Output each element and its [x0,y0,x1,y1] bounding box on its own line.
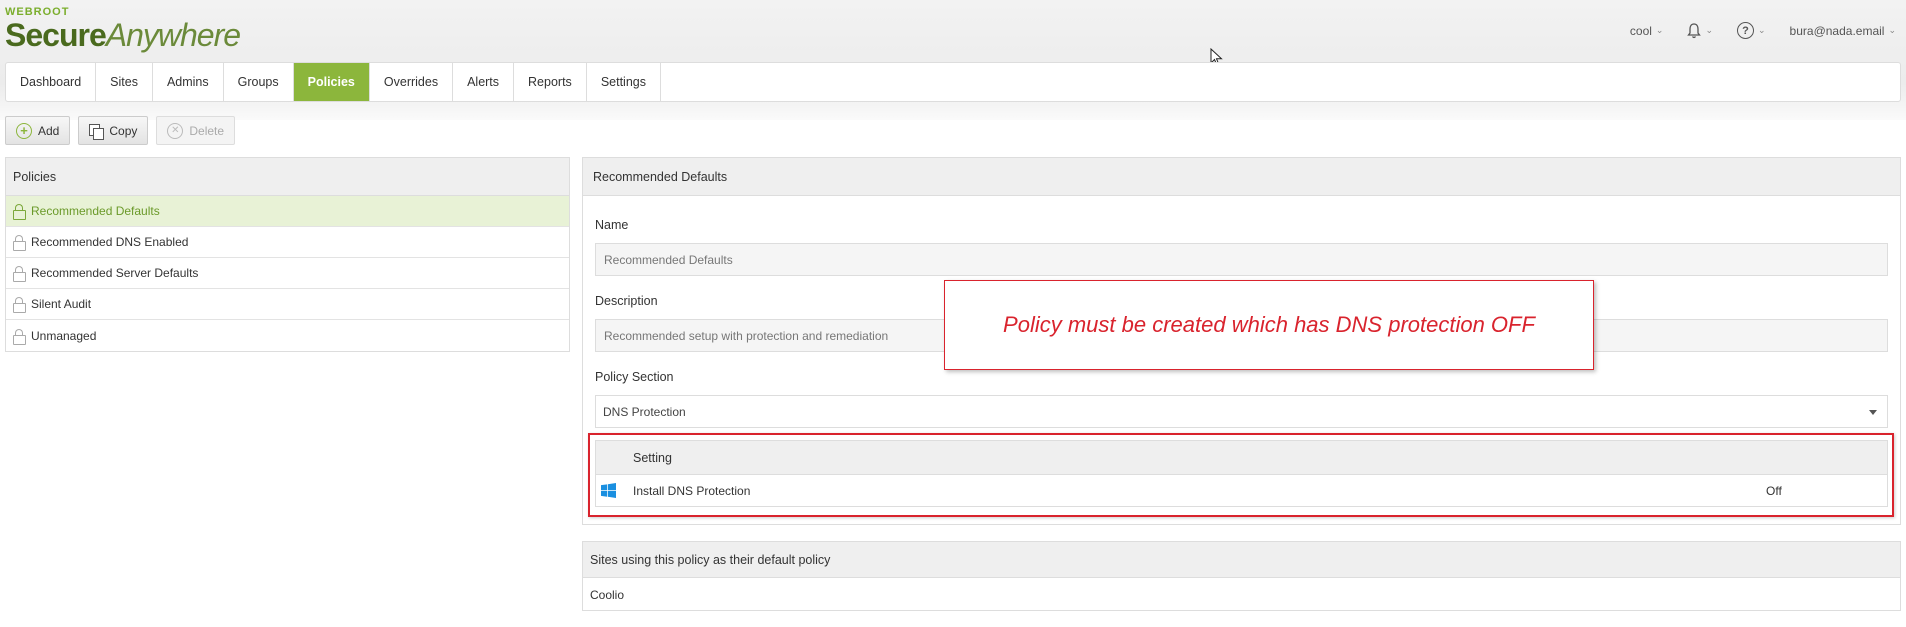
lock-icon [13,235,26,251]
setting-name: Install DNS Protection [633,483,751,498]
list-item[interactable]: Coolio [583,578,1900,611]
policy-label: Recommended Defaults [31,204,160,218]
webroot-logo: WEBROOT SecureAnywhere [5,6,241,53]
sites-panel: Sites using this policy as their default… [582,541,1901,611]
user-area: cool ⌄ ⌄ ? ⌄ bura@nada.email ⌄ [1630,22,1896,39]
delete-icon: ✕ [167,122,184,139]
top-header: WEBROOT SecureAnywhere cool ⌄ ⌄ ? ⌄ bura… [0,0,1906,120]
policy-details-title: Recommended Defaults [583,158,1900,196]
policies-panel: Policies Recommended Defaults Recommende… [5,157,570,352]
tab-overrides[interactable]: Overrides [370,63,454,101]
lock-icon [13,328,26,345]
tab-dashboard[interactable]: Dashboard [6,63,97,101]
policy-section-label: Policy Section [595,370,674,384]
policy-label: Silent Audit [31,297,92,311]
policy-item-recommended-dns-enabled[interactable]: Recommended DNS Enabled [6,227,569,258]
policy-section-value: DNS Protection [603,404,686,419]
user-menu[interactable]: bura@nada.email ⌄ [1790,24,1896,38]
policy-label: Recommended DNS Enabled [31,235,189,249]
table-row[interactable]: Install DNS Protection Off [596,475,1887,506]
tab-policies[interactable]: Policies [293,63,370,101]
main-nav: Dashboard Sites Admins Groups Policies O… [5,62,1901,102]
add-label: Add [38,123,60,138]
sites-title: Sites using this policy as their default… [583,542,1900,578]
policy-label: Recommended Server Defaults [31,266,199,280]
dropdown-caret-icon [1869,410,1877,415]
copy-label: Copy [109,123,138,138]
delete-label: Delete [189,123,225,138]
user-email: bura@nada.email [1789,23,1885,38]
policy-label: Unmanaged [31,328,97,343]
annotation-callout: Policy must be created which has DNS pro… [944,280,1594,370]
bell-icon [1687,22,1702,38]
settings-header: Setting [596,441,1887,475]
add-icon: + [16,122,32,139]
help-menu[interactable]: ? ⌄ [1737,22,1766,39]
tab-reports[interactable]: Reports [514,63,587,101]
policy-item-recommended-server-defaults[interactable]: Recommended Server Defaults [6,258,569,289]
logo-secure: Secure [5,17,107,53]
tab-settings[interactable]: Settings [587,63,661,101]
policy-item-recommended-defaults[interactable]: Recommended Defaults [6,196,569,227]
policies-title: Policies [6,158,569,196]
notifications-menu[interactable]: ⌄ [1687,22,1713,39]
delete-button[interactable]: ✕ Delete [156,116,236,145]
lock-icon [13,204,26,220]
chevron-down-icon: ⌄ [1655,25,1664,35]
logo-anywhere: Anywhere [105,17,241,53]
copy-button[interactable]: Copy [78,116,149,145]
tab-alerts[interactable]: Alerts [453,63,515,101]
account-menu[interactable]: cool ⌄ [1630,24,1664,38]
settings-table: Setting Install DNS Protection Off [595,440,1888,507]
add-button[interactable]: + Add [5,116,71,145]
policy-item-unmanaged[interactable]: Unmanaged [6,320,569,351]
copy-icon [89,123,105,140]
name-field[interactable]: Recommended Defaults [595,243,1888,276]
tab-admins[interactable]: Admins [153,63,224,101]
policy-item-silent-audit[interactable]: Silent Audit [6,289,569,320]
windows-icon [601,483,616,498]
tab-sites[interactable]: Sites [96,63,153,101]
description-label: Description [595,294,658,308]
account-name: cool [1629,23,1652,38]
policy-toolbar: + Add Copy ✕ Delete [5,116,236,145]
setting-value[interactable]: Off [1766,484,1782,498]
chevron-down-icon: ⌄ [1888,25,1896,35]
lock-icon [13,297,26,313]
policy-section-select[interactable]: DNS Protection [595,395,1888,428]
name-label: Name [595,218,629,232]
logo-wordmark: SecureAnywhere [5,17,241,53]
help-icon: ? [1737,22,1754,39]
chevron-down-icon: ⌄ [1705,25,1713,35]
chevron-down-icon: ⌄ [1758,25,1766,35]
tab-groups[interactable]: Groups [224,63,294,101]
lock-icon [13,266,26,282]
